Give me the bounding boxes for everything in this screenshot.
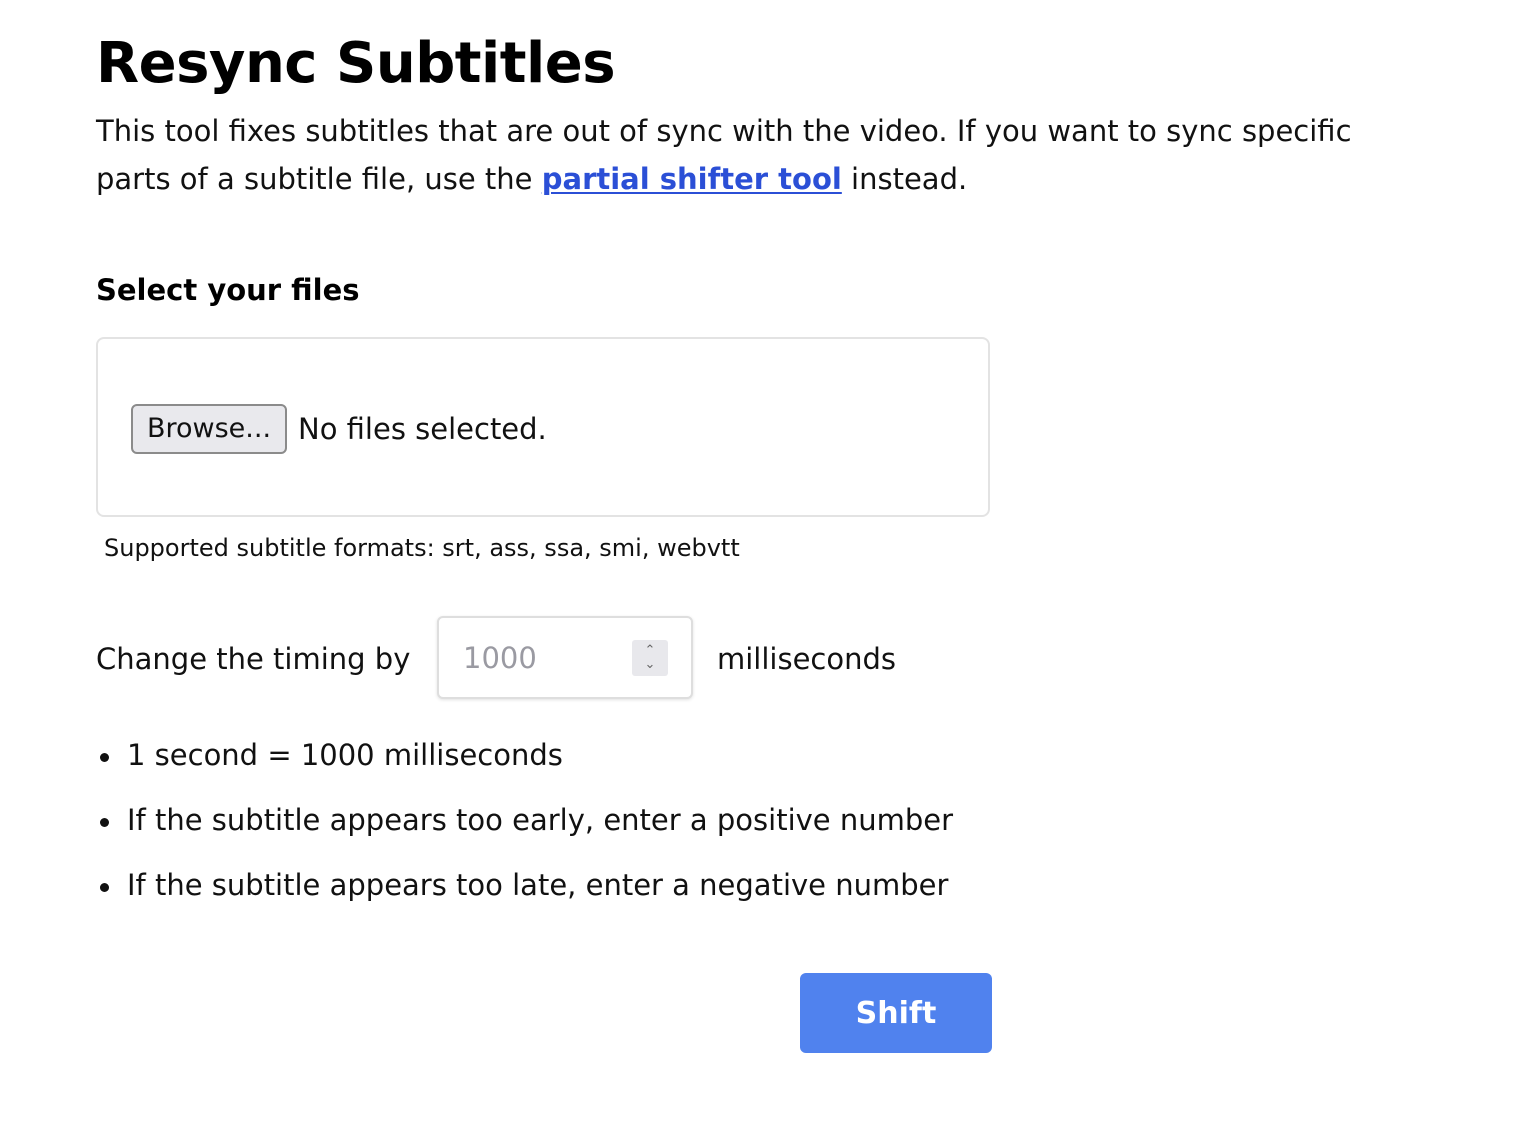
supported-formats-note: Supported subtitle formats: srt, ass, ss…: [104, 534, 740, 562]
file-drop-zone[interactable]: Browse... No files selected.: [96, 337, 990, 517]
chevron-down-icon[interactable]: ⌄: [645, 658, 656, 672]
intro-text-end: instead.: [841, 162, 968, 196]
file-status-text: No files selected.: [298, 412, 547, 446]
intro-text: This tool fixes subtitles that are out o…: [96, 107, 1416, 203]
milliseconds-input-wrapper[interactable]: ⌃ ⌄: [437, 616, 693, 699]
list-item: If the subtitle appears too early, enter…: [96, 798, 953, 843]
list-item: 1 second = 1000 milliseconds: [96, 733, 953, 778]
timing-label: Change the timing by: [96, 642, 411, 676]
chevron-up-icon[interactable]: ⌃: [645, 644, 656, 658]
page-title: Resync Subtitles: [96, 31, 616, 96]
timing-tips-list: 1 second = 1000 milliseconds If the subt…: [96, 733, 953, 928]
partial-shifter-link[interactable]: partial shifter tool: [542, 162, 842, 196]
shift-button[interactable]: Shift: [800, 973, 992, 1053]
select-files-heading: Select your files: [96, 273, 360, 307]
browse-button[interactable]: Browse...: [131, 404, 287, 454]
milliseconds-input[interactable]: [439, 618, 643, 697]
units-label: milliseconds: [717, 642, 897, 676]
list-item: If the subtitle appears too late, enter …: [96, 863, 953, 908]
resync-page: Resync Subtitles This tool fixes subtitl…: [0, 0, 1532, 1126]
up-down-spinner-icon[interactable]: ⌃ ⌄: [632, 640, 668, 676]
